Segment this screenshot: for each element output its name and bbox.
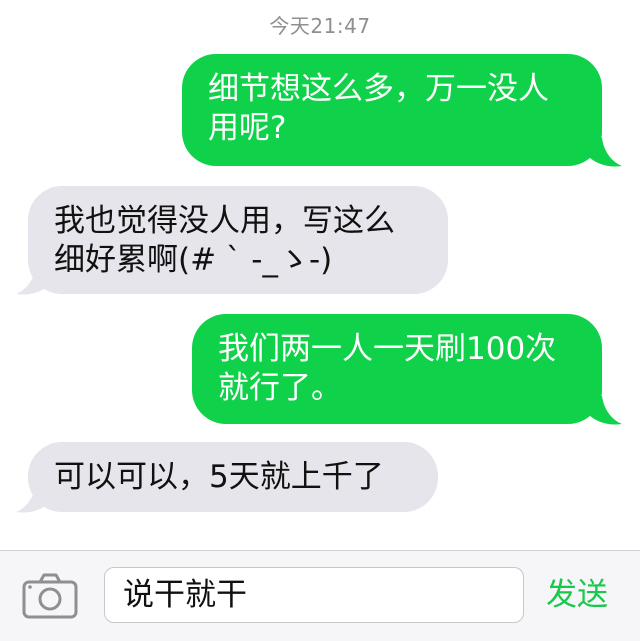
camera-icon[interactable]: [22, 573, 78, 619]
message-timestamp: 今天21:47: [269, 14, 371, 38]
outgoing-message-bubble[interactable]: 细节想这么多，万一没人 用呢?: [182, 54, 602, 166]
incoming-message-bubble[interactable]: 我也觉得没人用，写这么 细好累啊(# ` -_ゝ-): [28, 186, 448, 294]
send-button[interactable]: 发送: [546, 575, 608, 615]
message-input[interactable]: 说干就干: [104, 567, 524, 623]
incoming-message-bubble[interactable]: 可以可以，5天就上千了: [28, 442, 438, 512]
message-composer-bar: 说干就干 发送: [0, 550, 640, 641]
outgoing-message-bubble[interactable]: 我们两一人一天刷100次 就行了。: [192, 314, 602, 424]
